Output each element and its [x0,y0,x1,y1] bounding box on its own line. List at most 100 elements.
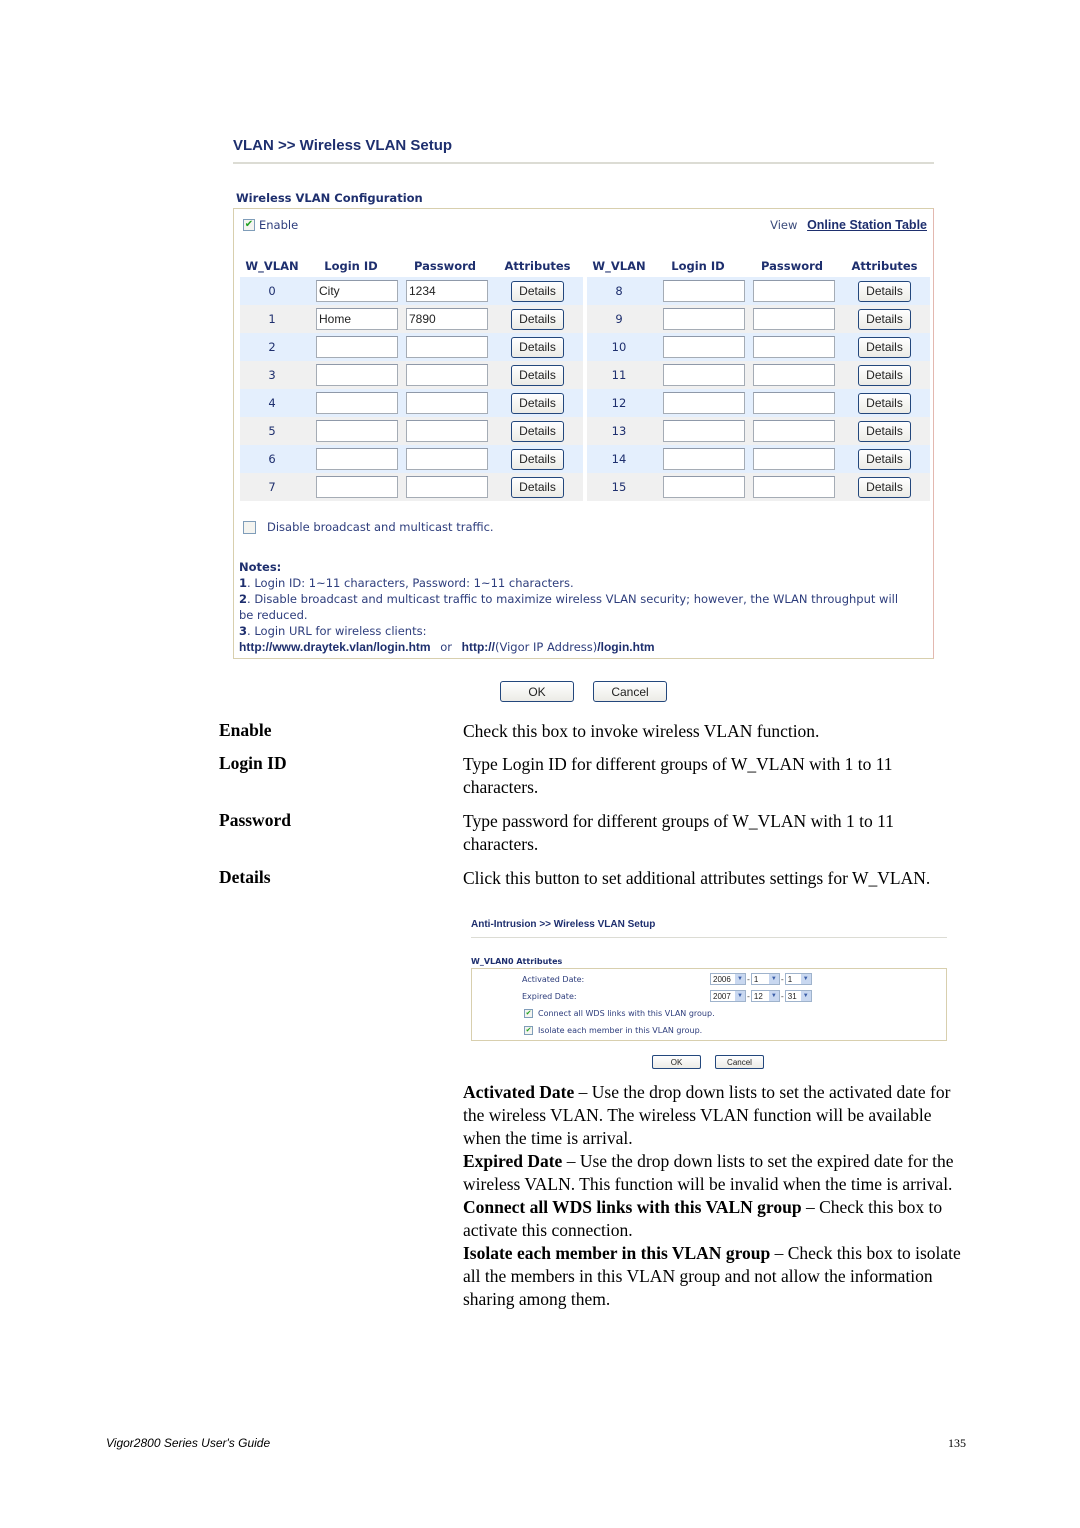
login-id-input[interactable] [316,420,398,442]
login-id-input[interactable] [663,308,745,330]
login-id-input[interactable] [663,476,745,498]
select-value: 2007 [713,991,731,1001]
attributes-page-title: Anti-Intrusion >> Wireless VLAN Setup [471,919,656,930]
password-input[interactable] [753,448,835,470]
w-vlan-index: 0 [268,284,276,298]
password-input[interactable] [406,420,488,442]
enable-checkbox-row[interactable]: ✔ Enable [243,218,298,232]
connect-wds-row[interactable]: ✔ Connect all WDS links with this VLAN g… [524,1007,715,1019]
activated-date-label: Activated Date: [522,974,585,984]
password-input[interactable] [753,420,835,442]
expired-year-select[interactable]: 2007 ▼ [710,990,746,1002]
w-vlan-index: 15 [611,480,627,494]
vlan-table-right: W_VLAN Login ID Password Attributes 8 Det… [587,255,930,501]
details-button[interactable]: Details [858,448,911,470]
password-input[interactable] [753,336,835,358]
ok-button[interactable]: OK [500,681,574,702]
password-cell [745,308,839,330]
section-title: Wireless VLAN Configuration [236,191,423,205]
enable-checkbox[interactable]: ✔ [243,219,255,231]
password-input[interactable] [406,448,488,470]
password-input[interactable]: 7890 [406,308,488,330]
password-input[interactable]: 1234 [406,280,488,302]
disable-broadcast-checkbox[interactable] [243,520,256,534]
login-id-input[interactable] [663,392,745,414]
password-input[interactable] [406,476,488,498]
expired-date-label: Expired Date: [522,991,577,1001]
definition-desc: Type Login ID for different groups of W_… [463,754,893,797]
details-button[interactable]: Details [858,308,911,330]
login-id-input[interactable] [663,448,745,470]
disable-broadcast-row[interactable]: Disable broadcast and multicast traffic. [243,520,494,534]
table-row: 1 Home 7890 Details [240,305,583,333]
details-button[interactable]: Details [511,420,564,442]
details-button[interactable]: Details [511,280,564,302]
attr-desc-isolate-member: Isolate each member in this VLAN group –… [463,1242,973,1311]
details-button[interactable]: Details [858,336,911,358]
isolate-member-row[interactable]: ✔ Isolate each member in this VLAN group… [524,1024,702,1036]
details-button[interactable]: Details [858,420,911,442]
password-input[interactable] [753,476,835,498]
isolate-member-label: Isolate each member in this VLAN group. [538,1025,703,1035]
attributes-cancel-button[interactable]: Cancel [715,1055,764,1069]
title-divider [233,162,934,164]
select-value: 12 [753,991,763,1001]
details-button[interactable]: Details [858,476,911,498]
login-id-input[interactable] [663,280,745,302]
login-id-input[interactable] [316,336,398,358]
details-button[interactable]: Details [858,392,911,414]
password-input[interactable] [406,392,488,414]
table-body-right: 8 Details 9 Details 10 Details 11 Details 12 Deta… [587,277,930,501]
login-id-cell [651,448,745,470]
login-id-input[interactable] [316,448,398,470]
isolate-member-checkbox[interactable]: ✔ [524,1025,533,1035]
details-button[interactable]: Details [511,364,564,386]
definition-term: Enable [219,720,272,740]
login-id-input[interactable] [663,336,745,358]
login-id-cell [304,336,398,358]
details-button[interactable]: Details [858,364,911,386]
attributes-cell: Details [839,476,930,498]
login-id-input[interactable]: Home [316,308,398,330]
details-button[interactable]: Details [511,308,564,330]
attributes-ok-button[interactable]: OK [652,1055,701,1069]
expired-day-select[interactable]: 31 ▼ [784,990,812,1002]
activated-day-select[interactable]: 1 ▼ [784,973,812,985]
login-id-input[interactable] [663,364,745,386]
password-input[interactable] [753,364,835,386]
password-input[interactable] [406,364,488,386]
attr-desc-activated-date: Activated Date – Use the drop down lists… [463,1081,973,1150]
attributes-cell: Details [492,308,583,330]
online-station-table-link[interactable]: Online Station Table [807,218,927,232]
details-button[interactable]: Details [511,336,564,358]
login-id-input[interactable] [316,364,398,386]
w-vlan-index: 7 [268,480,276,494]
login-id-input[interactable]: City [316,280,398,302]
details-button[interactable]: Details [511,448,564,470]
table-row: 8 Details [587,277,930,305]
expired-month-select[interactable]: 12 ▼ [750,990,780,1002]
chevron-down-icon: ▼ [800,974,811,984]
enable-label: Enable [259,218,299,232]
attributes-panel: Activated Date: 2006 ▼ - 1 ▼ - 1 ▼ Expired … [471,968,947,1041]
table-row: 10 Details [587,333,930,361]
login-id-input[interactable] [316,476,398,498]
password-input[interactable] [753,280,835,302]
password-input[interactable] [406,336,488,358]
details-button[interactable]: Details [511,476,564,498]
details-button[interactable]: Details [511,392,564,414]
w-vlan-index: 13 [611,424,627,438]
login-id-cell [651,280,745,302]
table-header: W_VLAN Login ID Password Attributes [587,255,930,277]
note-text: . Disable broadcast and multicast traffi… [239,592,899,622]
details-button[interactable]: Details [858,280,911,302]
login-id-input[interactable] [663,420,745,442]
password-input[interactable] [753,308,835,330]
connect-wds-checkbox[interactable]: ✔ [524,1008,533,1018]
password-input[interactable] [753,392,835,414]
login-id-cell [304,420,398,442]
login-id-input[interactable] [316,392,398,414]
activated-month-select[interactable]: 1 ▼ [750,973,780,985]
cancel-button[interactable]: Cancel [593,681,667,702]
activated-year-select[interactable]: 2006 ▼ [710,973,746,985]
